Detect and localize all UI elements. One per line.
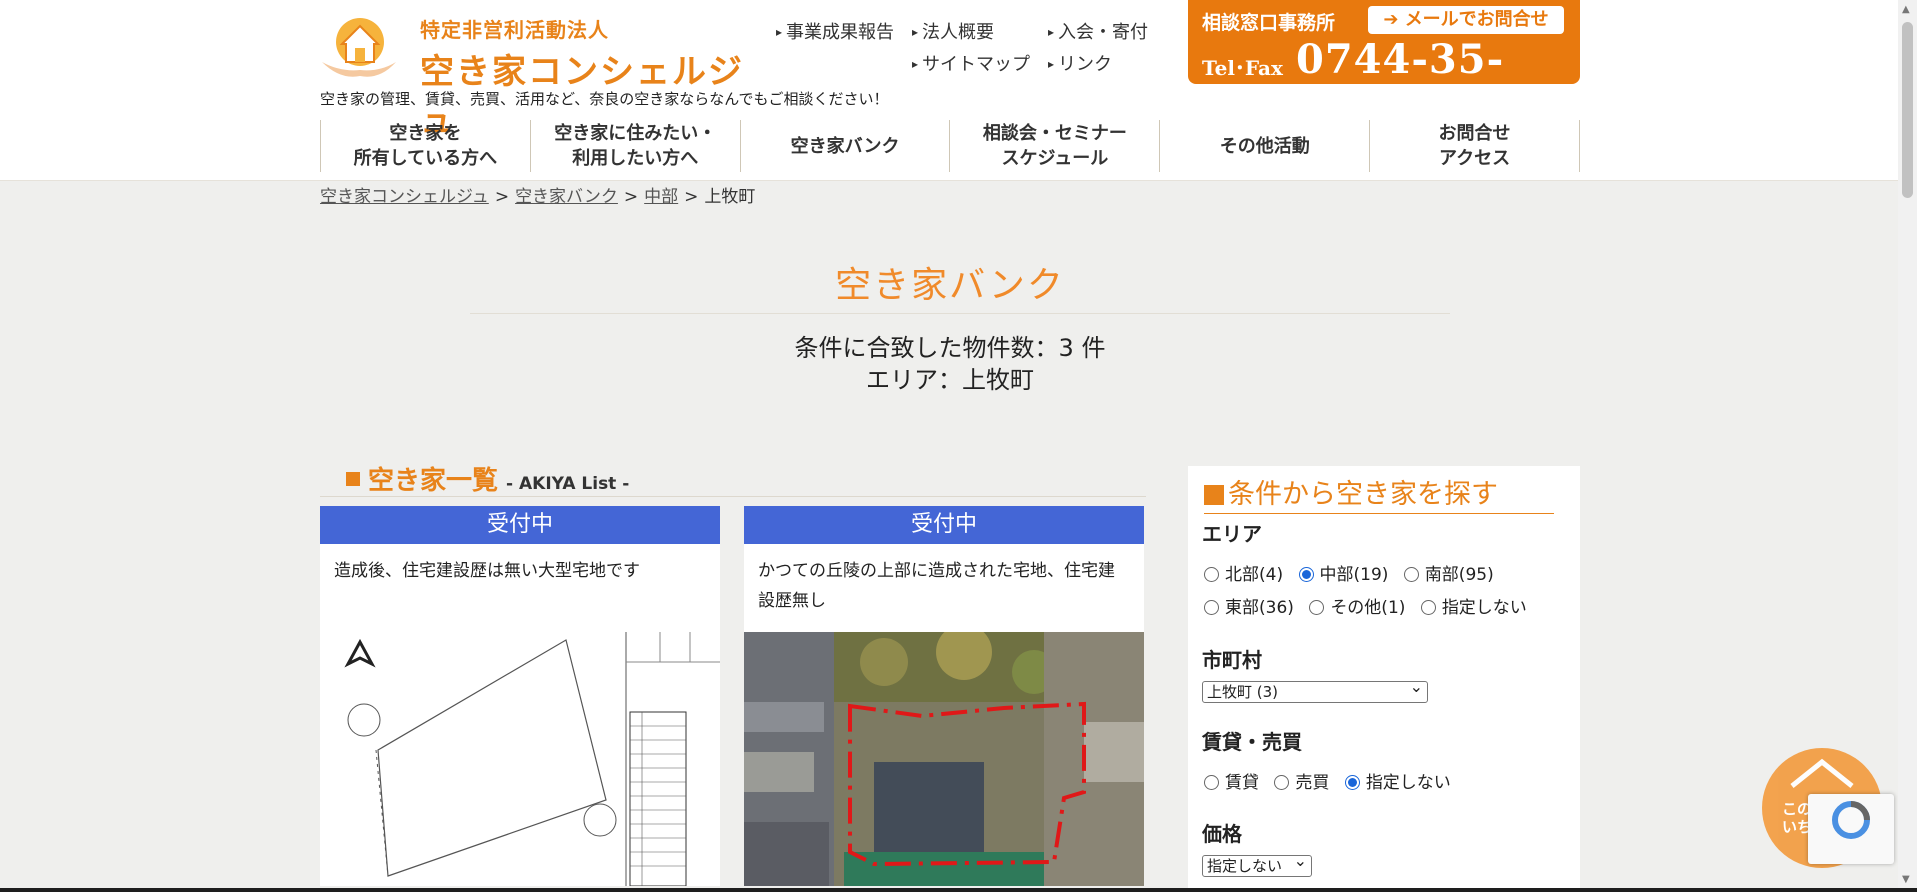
square-bullet-icon — [346, 472, 360, 486]
breadcrumb-akiya-bank[interactable]: 空き家バンク — [515, 187, 618, 207]
radio-label: 賃貸 — [1225, 773, 1259, 793]
radio-label: 売買 — [1295, 773, 1330, 793]
scroll-down-arrow-icon[interactable]: ▼ — [1902, 874, 1910, 885]
main-nav: 空き家を 所有している方へ 空き家に住みたい・ 利用したい方へ 空き家バンク 相… — [320, 120, 1580, 172]
scroll-up-arrow-icon[interactable]: ▲ — [1902, 4, 1910, 15]
search-panel: 条件から空き家を探す エリア 北部(4) 中部(19) 南部(95) 東部(36… — [1188, 466, 1580, 892]
search-panel-title-text: 条件から空き家を探す — [1228, 479, 1498, 510]
radio-button[interactable] — [1204, 600, 1219, 615]
radio-button[interactable] — [1204, 775, 1219, 790]
area-radio-row: 北部(4) 中部(19) 南部(95) — [1202, 560, 1502, 585]
nav-link-sitemap[interactable]: サイトマップ — [912, 50, 1030, 76]
window-bottom-edge — [0, 888, 1917, 892]
recaptcha-badge[interactable] — [1808, 794, 1894, 864]
mail-contact-button[interactable]: ➔ メールでお問合せ — [1368, 6, 1564, 34]
radio-button[interactable] — [1309, 600, 1325, 615]
main-nav-owners[interactable]: 空き家を 所有している方へ — [320, 120, 530, 172]
square-bullet-icon — [1204, 485, 1224, 505]
area-radio-none[interactable]: 指定しない — [1419, 598, 1527, 618]
akiya-list-heading: 空き家一覧 - AKIYA List - — [346, 460, 629, 497]
scrollbar-thumb[interactable] — [1902, 22, 1913, 198]
logo-subtitle: 特定非営利活動法人 — [420, 18, 609, 42]
nav-link-links[interactable]: リンク — [1048, 50, 1112, 76]
breadcrumb-separator: > — [684, 187, 699, 207]
status-badge: 受付中 — [744, 506, 1144, 544]
radio-label: 南部(95) — [1424, 565, 1494, 585]
breadcrumb-current: 上牧町 — [704, 187, 756, 207]
radio-label: 指定しない — [1365, 773, 1451, 793]
title-divider — [470, 313, 1450, 314]
property-description: 造成後、住宅建設歴は無い大型宅地です — [334, 561, 640, 581]
arrow-circle-icon: ➔ — [1383, 9, 1399, 30]
nav-link-about[interactable]: 法人概要 — [912, 18, 994, 44]
main-nav-akiya-bank[interactable]: 空き家バンク — [739, 120, 950, 172]
area-label: エリア — [1202, 522, 1262, 546]
property-aerial-photo-image[interactable] — [744, 632, 1144, 886]
main-nav-contact[interactable]: お問合せ アクセス — [1369, 120, 1580, 172]
tel-number: 0744-35-6211 — [1296, 36, 1505, 130]
radio-label: その他(1) — [1330, 598, 1406, 618]
deal-radio-row: 賃貸 売買 指定しない — [1202, 768, 1459, 793]
price-label: 価格 — [1202, 822, 1242, 846]
contact-office-label: 相談窓口事務所 — [1202, 12, 1336, 34]
area-radio-other[interactable]: その他(1) — [1307, 598, 1405, 618]
site-logo[interactable]: 特定非営利活動法人 空き家コンシェルジュ — [320, 8, 752, 141]
radio-button[interactable] — [1403, 567, 1419, 582]
area-radio-north[interactable]: 北部(4) — [1202, 565, 1283, 585]
mail-contact-label: メールでお問合せ — [1404, 9, 1549, 30]
breadcrumb: 空き家コンシェルジュ > 空き家バンク > 中部 > 上牧町 — [320, 182, 755, 207]
list-divider — [320, 496, 1146, 497]
main-nav-other[interactable]: その他活動 — [1159, 120, 1369, 172]
radio-label: 指定しない — [1441, 598, 1527, 618]
area-radio-east[interactable]: 東部(36) — [1202, 598, 1294, 618]
header-nav: 事業成果報告 法人概要 入会・寄付 サイトマップ リンク — [776, 16, 1176, 76]
status-badge: 受付中 — [320, 506, 720, 544]
radio-button-checked[interactable] — [1344, 775, 1360, 790]
breadcrumb-chubu[interactable]: 中部 — [644, 187, 678, 207]
result-area: エリア：上牧町 — [866, 366, 1034, 394]
area-radio-row: 東部(36) その他(1) 指定しない — [1202, 593, 1535, 618]
property-description: かつての丘陵の上部に造成された宅地、住宅建設歴無し — [758, 561, 1115, 611]
breadcrumb-home[interactable]: 空き家コンシェルジュ — [320, 187, 489, 207]
area-radio-south[interactable]: 南部(95) — [1402, 565, 1494, 585]
city-select[interactable]: 上牧町 (3) — [1202, 677, 1428, 703]
nav-link-join[interactable]: 入会・寄付 — [1048, 18, 1148, 44]
breadcrumb-separator: > — [623, 187, 639, 207]
tel-label: Tel･Fax — [1202, 56, 1283, 80]
nav-link-report[interactable]: 事業成果報告 — [776, 18, 894, 44]
radio-button[interactable] — [1204, 567, 1219, 582]
radio-button-checked[interactable] — [1298, 567, 1314, 582]
radio-label: 北部(4) — [1225, 565, 1284, 585]
deal-radio-none[interactable]: 指定しない — [1343, 773, 1451, 793]
property-survey-map-image[interactable] — [320, 632, 720, 886]
deal-radio-rent[interactable]: 賃貸 — [1202, 773, 1259, 793]
main-nav-residents[interactable]: 空き家に住みたい・ 利用したい方へ — [529, 120, 740, 172]
contact-box: 相談窓口事務所 ➔ メールでお問合せ Tel･Fax 0744-35-6211 — [1188, 0, 1580, 130]
city-label: 市町村 — [1202, 648, 1262, 672]
main-nav-schedule[interactable]: 相談会・セミナー スケジュール — [949, 120, 1159, 172]
radio-label: 中部(19) — [1319, 565, 1389, 585]
deal-radio-sale[interactable]: 売買 — [1272, 773, 1329, 793]
radio-button[interactable] — [1420, 600, 1436, 615]
site-tagline: 空き家の管理、賃貸、売買、活用など、奈良の空き家ならなんでもご相談ください！ — [320, 90, 889, 108]
house-hands-icon — [322, 18, 396, 77]
property-card[interactable]: 受付中 かつての丘陵の上部に造成された宅地、住宅建設歴無し — [744, 506, 1144, 886]
price-select[interactable]: 指定しない — [1202, 851, 1312, 877]
recaptcha-icon — [1832, 801, 1870, 839]
result-count: 条件に合致した物件数：3 件 — [794, 334, 1106, 362]
akiya-list-title: 空き家一覧 — [368, 466, 499, 496]
radio-label: 東部(36) — [1225, 598, 1294, 618]
akiya-list-title-en: - AKIYA List - — [506, 474, 630, 494]
breadcrumb-separator: > — [494, 187, 510, 207]
page-title: 空き家バンク — [835, 265, 1065, 306]
area-radio-chubu[interactable]: 中部(19) — [1297, 565, 1389, 585]
radio-button[interactable] — [1274, 775, 1290, 790]
deal-label: 賃貸・売買 — [1202, 730, 1302, 754]
search-panel-title: 条件から空き家を探す — [1204, 472, 1554, 514]
property-card[interactable]: 受付中 造成後、住宅建設歴は無い大型宅地です — [320, 506, 720, 886]
